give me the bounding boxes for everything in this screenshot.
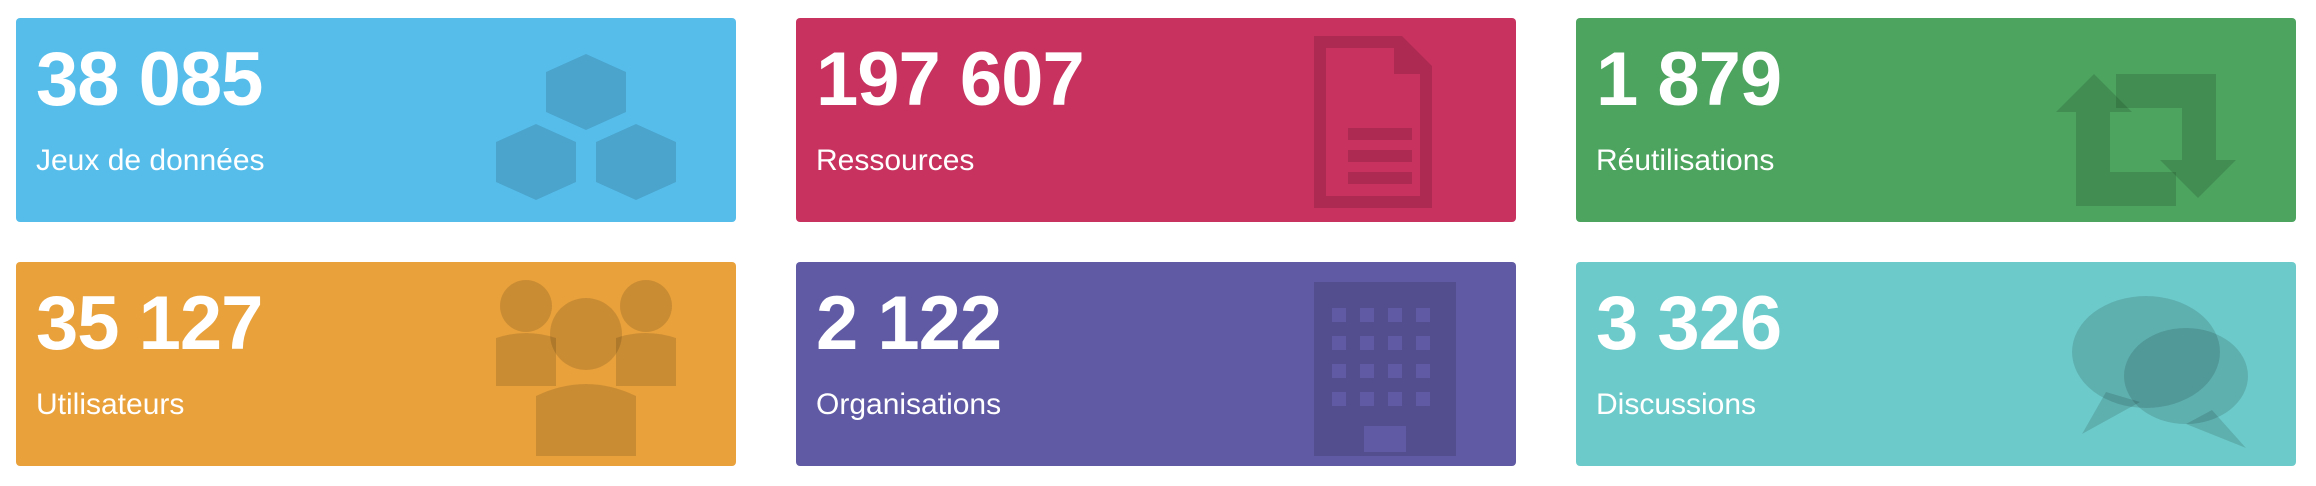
comments-icon: [2036, 276, 2256, 456]
stat-label: Jeux de données: [36, 144, 265, 177]
stat-tile-organizations[interactable]: 2 122 Organisations: [796, 262, 1516, 466]
stat-label: Organisations: [816, 388, 1002, 421]
stat-value: 3 326: [1596, 281, 1782, 366]
stat-label: Ressources: [816, 144, 975, 177]
stat-tile-discussions[interactable]: 3 326 Discussions: [1576, 262, 2296, 466]
stat-value: 2 122: [816, 281, 1002, 366]
stat-tile-reuses[interactable]: 1 879 Réutilisations: [1576, 18, 2296, 222]
stat-label: Réutilisations: [1596, 144, 1775, 177]
stats-grid: 38 085 Jeux de données 197 607 Ressource…: [0, 0, 2316, 486]
file-text-icon: [1256, 32, 1476, 212]
stat-label: Discussions: [1596, 388, 1757, 421]
retweet-icon: [2036, 32, 2256, 212]
cubes-icon: [476, 32, 696, 212]
stat-value: 197 607: [816, 37, 1085, 122]
stat-label: Utilisateurs: [36, 388, 185, 421]
stat-value: 38 085: [36, 37, 263, 122]
users-icon: [476, 276, 696, 456]
stat-tile-resources[interactable]: 197 607 Ressources: [796, 18, 1516, 222]
stat-tile-users[interactable]: 35 127 Utilisateurs: [16, 262, 736, 466]
stat-tile-datasets[interactable]: 38 085 Jeux de données: [16, 18, 736, 222]
stat-value: 1 879: [1596, 37, 1782, 122]
building-icon: [1256, 276, 1476, 462]
stat-value: 35 127: [36, 281, 263, 366]
